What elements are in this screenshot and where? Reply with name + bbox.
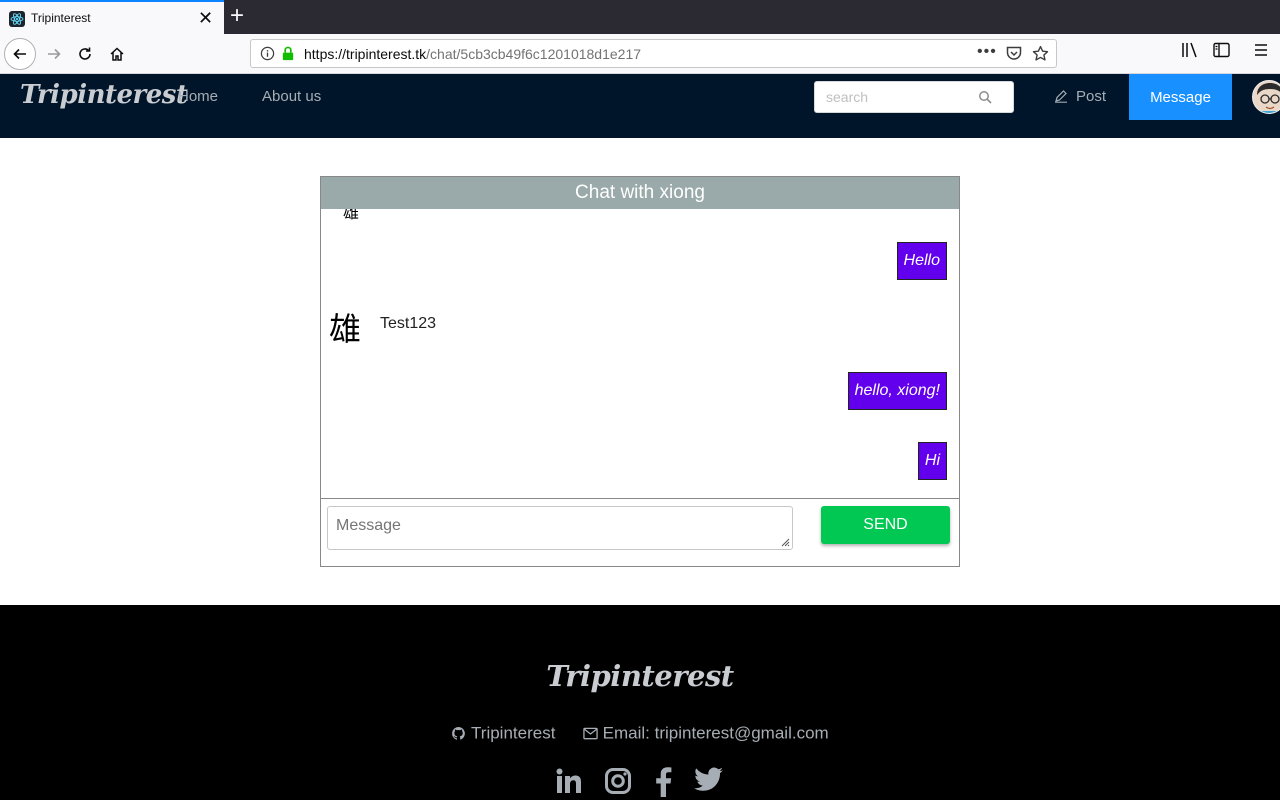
tab-close-icon[interactable]: ✕ [198, 8, 213, 28]
social-links [555, 767, 725, 799]
chat-title: Chat with xiong [321, 177, 959, 209]
site-footer: Tripinterest Tripinterest Email: tripint… [0, 605, 1280, 800]
lock-icon [282, 46, 294, 61]
bookmark-star-icon[interactable] [1032, 45, 1049, 62]
site-header: Tripinterest Home About us search Post M… [0, 74, 1280, 138]
url-bar[interactable]: https://tripinterest.tk/chat/5cb3cb49f6c… [250, 39, 1057, 68]
github-icon [452, 726, 466, 740]
info-icon[interactable] [260, 46, 275, 61]
chat-window: Chat with xiong 雄 Hello 雄 Test123 hello,… [320, 176, 960, 567]
forward-arrow-icon [48, 48, 61, 60]
home-button[interactable] [102, 39, 132, 69]
back-button[interactable] [4, 38, 36, 70]
message-placeholder: Message [336, 517, 401, 534]
send-button[interactable]: SEND [821, 506, 950, 544]
instagram-icon[interactable] [604, 767, 632, 800]
message-list[interactable]: 雄 Hello 雄 Test123 hello, xiong! Hi [321, 209, 959, 499]
mail-icon [583, 727, 598, 740]
linkedin-icon[interactable] [555, 767, 583, 800]
edit-icon [1055, 90, 1067, 103]
resize-grip-icon[interactable] [780, 537, 790, 547]
nav-home-link[interactable]: Home [178, 88, 218, 105]
nav-about-link[interactable]: About us [262, 88, 321, 105]
url-host: https://tripinterest.tk [304, 46, 427, 62]
home-icon [110, 47, 124, 61]
url-text: https://tripinterest.tk/chat/5cb3cb49f6c… [304, 46, 641, 62]
page-actions-icon[interactable]: ••• [977, 43, 997, 61]
message-input[interactable]: Message [327, 506, 793, 550]
reload-icon [79, 47, 91, 60]
post-button[interactable]: Post [1054, 88, 1106, 105]
brand-logo[interactable]: Tripinterest [20, 80, 188, 110]
back-arrow-icon [13, 48, 26, 60]
footer-brand: Tripinterest [546, 659, 734, 693]
search-input[interactable]: search [814, 81, 1014, 113]
forward-button[interactable] [39, 39, 69, 69]
sender-avatar-glyph: 雄 [329, 310, 362, 348]
hamburger-menu-icon[interactable] [1253, 42, 1269, 58]
pocket-icon[interactable] [1006, 46, 1022, 61]
facebook-icon[interactable] [654, 767, 672, 802]
tab-title: Tripinterest [31, 11, 91, 25]
user-avatar[interactable] [1252, 80, 1280, 114]
outgoing-message-bubble: Hello [896, 242, 947, 280]
outgoing-message-bubble: Hi [917, 442, 947, 480]
outgoing-message-bubble: hello, xiong! [847, 372, 947, 410]
search-placeholder: search [826, 89, 869, 105]
url-path: /chat/5cb3cb49f6c1201018d1e217 [426, 46, 642, 62]
avatar-face-icon [1253, 81, 1280, 113]
browser-tab[interactable]: Tripinterest ✕ [0, 0, 224, 34]
email-link[interactable]: Email: tripinterest@gmail.com [603, 724, 829, 743]
twitter-icon[interactable] [694, 767, 724, 798]
reload-button[interactable] [70, 39, 100, 69]
incoming-message-text: Test123 [380, 315, 437, 332]
sidebar-icon[interactable] [1213, 42, 1231, 58]
message-button[interactable]: Message [1129, 74, 1232, 120]
sender-avatar-glyph-partial: 雄 [343, 209, 360, 222]
search-icon[interactable] [978, 90, 992, 104]
footer-links: Tripinterest Email: tripinterest@gmail.c… [0, 723, 1280, 744]
react-favicon-icon [9, 11, 25, 27]
browser-toolbar: https://tripinterest.tk/chat/5cb3cb49f6c… [0, 34, 1280, 74]
browser-tab-bar: Tripinterest ✕ + [0, 0, 1280, 34]
github-link[interactable]: Tripinterest [471, 724, 555, 743]
post-label: Post [1076, 88, 1107, 105]
library-icon[interactable] [1181, 42, 1199, 58]
new-tab-icon[interactable]: + [230, 3, 244, 29]
